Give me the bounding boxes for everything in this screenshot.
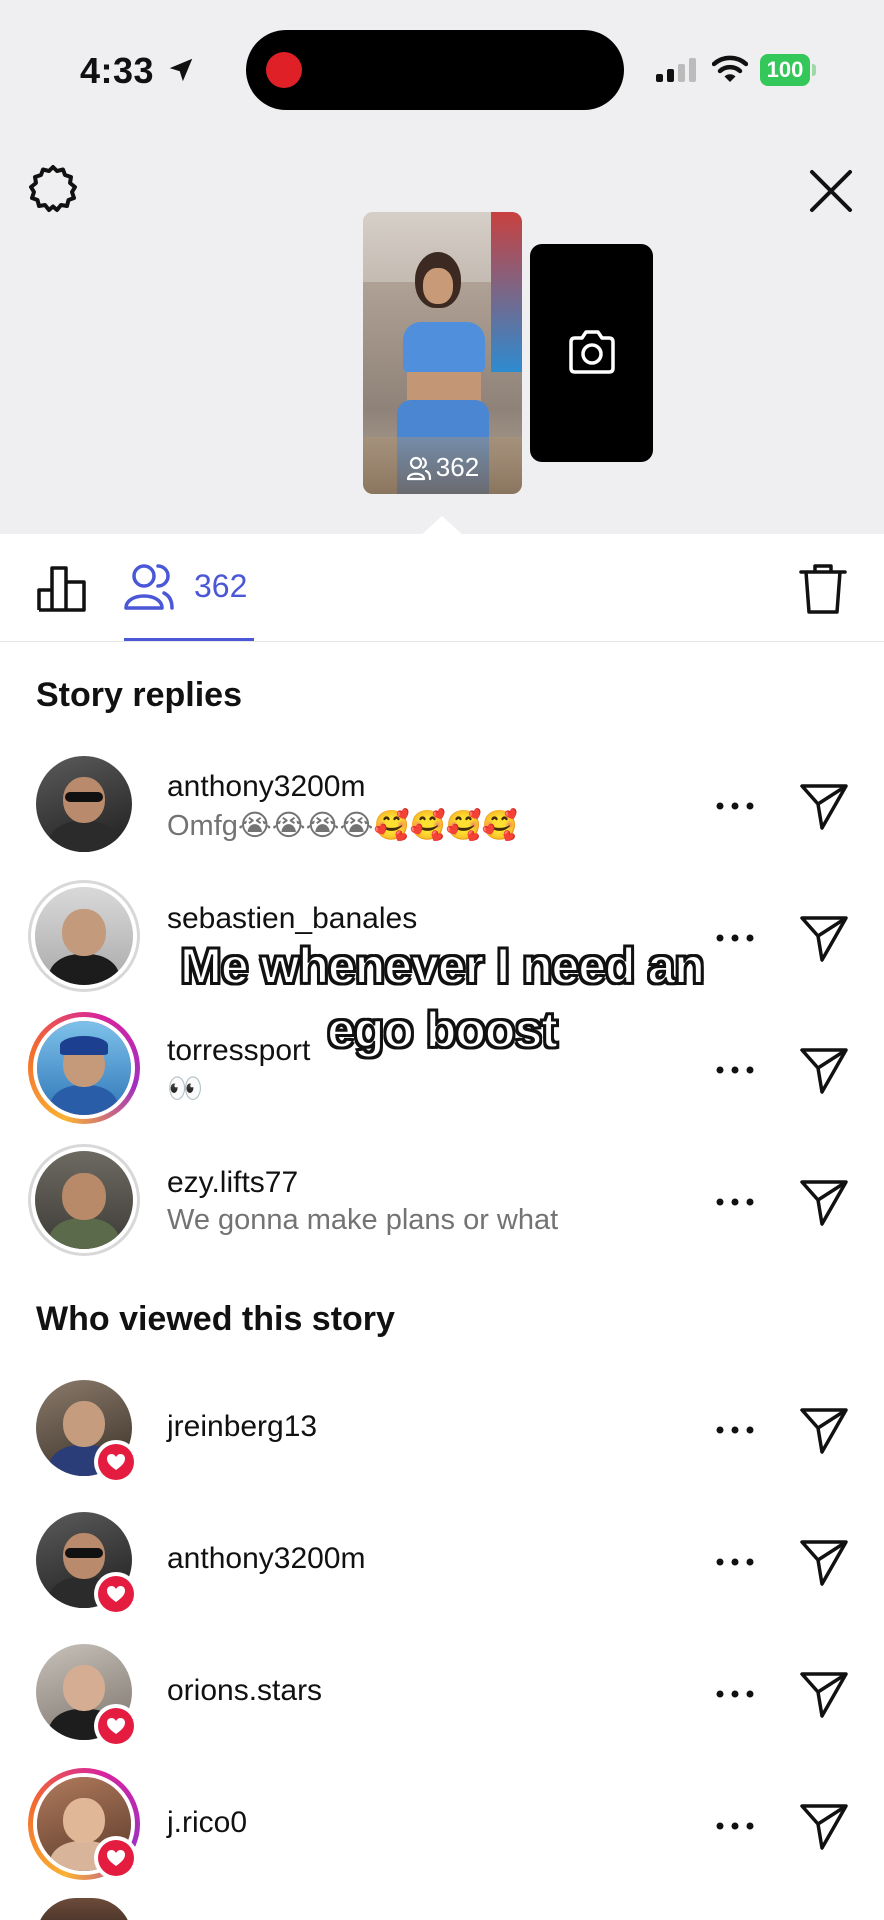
avatar-body xyxy=(49,821,119,852)
reply-username[interactable]: sebastien_banales xyxy=(167,902,417,936)
location-arrow-icon xyxy=(169,58,193,82)
viewer-username[interactable]: jreinberg13 xyxy=(167,1410,317,1444)
dynamic-island xyxy=(246,30,624,110)
viewer-username[interactable]: orions.stars xyxy=(167,1674,322,1708)
thumb-clothes-rack xyxy=(491,212,522,372)
active-tab-indicator xyxy=(124,638,254,641)
thumb-face xyxy=(423,268,453,304)
send-icon[interactable] xyxy=(798,1176,850,1228)
reply-row[interactable]: anthony3200m Omfg😭😭😭😭🥰🥰🥰🥰 xyxy=(0,736,884,868)
viewer-username[interactable]: anthony3200m xyxy=(167,1542,366,1576)
heart-icon xyxy=(107,1850,125,1866)
viewer-row[interactable]: orions.stars xyxy=(0,1624,884,1756)
replies-section-title: Story replies xyxy=(36,676,242,714)
wifi-icon xyxy=(712,55,748,82)
viewer-username[interactable]: j.rico0 xyxy=(167,1806,247,1840)
avatar-body xyxy=(48,1217,120,1249)
status-bar: 4:33 100 xyxy=(0,0,884,140)
send-icon[interactable] xyxy=(798,1668,850,1720)
avatar-inner xyxy=(31,1147,137,1253)
viewers-icon xyxy=(124,564,174,610)
heart-icon xyxy=(107,1454,125,1470)
insights-chart-icon[interactable] xyxy=(36,562,88,614)
camera-icon xyxy=(569,330,615,374)
viewer-row[interactable]: anthony3200m xyxy=(0,1492,884,1624)
send-icon[interactable] xyxy=(798,1800,850,1852)
more-options-icon[interactable] xyxy=(714,1820,756,1832)
viewers-icon xyxy=(406,456,431,480)
status-time: 4:33 xyxy=(80,50,155,91)
battery-level: 100 xyxy=(760,54,810,86)
reply-row[interactable]: ezy.lifts77 We gonna make plans or what xyxy=(0,1132,884,1264)
story-tabs: 362 xyxy=(0,534,884,642)
tab-viewers[interactable]: 362 xyxy=(122,554,254,640)
heart-icon xyxy=(107,1586,125,1602)
add-story-card[interactable] xyxy=(530,244,653,462)
reply-username[interactable]: ezy.lifts77 xyxy=(167,1166,298,1200)
send-icon[interactable] xyxy=(798,1536,850,1588)
thumb-viewer-count-value: 362 xyxy=(435,452,480,482)
overlay-caption-line2: ego boost xyxy=(326,1001,559,1059)
reply-text: Omfg😭😭😭😭🥰🥰🥰🥰 xyxy=(167,810,518,842)
avatar-face xyxy=(63,1797,105,1843)
recording-indicator xyxy=(266,52,302,88)
battery-nub xyxy=(812,64,816,76)
avatar-sunglasses xyxy=(64,792,104,803)
overlay-caption-line1: Me whenever I need an xyxy=(179,937,706,995)
more-options-icon[interactable] xyxy=(714,1064,756,1076)
gear-icon[interactable] xyxy=(26,162,80,216)
liked-badge xyxy=(94,1836,138,1880)
more-options-icon[interactable] xyxy=(714,800,756,812)
viewers-count: 362 xyxy=(194,568,248,604)
close-icon[interactable] xyxy=(804,164,858,218)
story-thumbnail[interactable]: 362 xyxy=(363,212,522,494)
heart-icon xyxy=(107,1718,125,1734)
liked-badge xyxy=(94,1572,138,1616)
more-options-icon[interactable] xyxy=(714,1424,756,1436)
avatar[interactable] xyxy=(28,1144,140,1256)
reply-username[interactable]: anthony3200m xyxy=(167,770,366,804)
avatar-face xyxy=(62,1172,106,1220)
avatar[interactable] xyxy=(36,756,132,852)
more-options-icon[interactable] xyxy=(714,1688,756,1700)
thumb-viewer-count: 362 xyxy=(363,452,522,483)
avatar-face xyxy=(62,1665,106,1712)
liked-badge xyxy=(94,1704,138,1748)
send-icon[interactable] xyxy=(798,780,850,832)
avatar-face xyxy=(62,1401,106,1448)
viewers-section-title: Who viewed this story xyxy=(36,1300,395,1338)
next-viewer-avatar-peek xyxy=(36,1898,132,1920)
cellular-signal-icon xyxy=(656,58,696,82)
reply-text: 👀 xyxy=(167,1073,204,1105)
trash-icon[interactable] xyxy=(798,562,848,616)
send-icon[interactable] xyxy=(798,1404,850,1456)
avatar-body xyxy=(50,1084,118,1115)
more-options-icon[interactable] xyxy=(714,1196,756,1208)
thumb-top xyxy=(403,322,485,374)
reply-text: We gonna make plans or what xyxy=(167,1204,559,1236)
viewer-row[interactable]: jreinberg13 xyxy=(0,1360,884,1492)
liked-badge xyxy=(94,1440,138,1484)
battery-indicator: 100 xyxy=(760,54,816,86)
thumb-midriff xyxy=(407,372,481,402)
avatar-sunglasses xyxy=(64,1548,104,1559)
story-preview-header: 4:33 100 362 xyxy=(0,0,884,538)
more-options-icon[interactable] xyxy=(714,1556,756,1568)
viewer-row[interactable]: j.rico0 xyxy=(0,1756,884,1888)
